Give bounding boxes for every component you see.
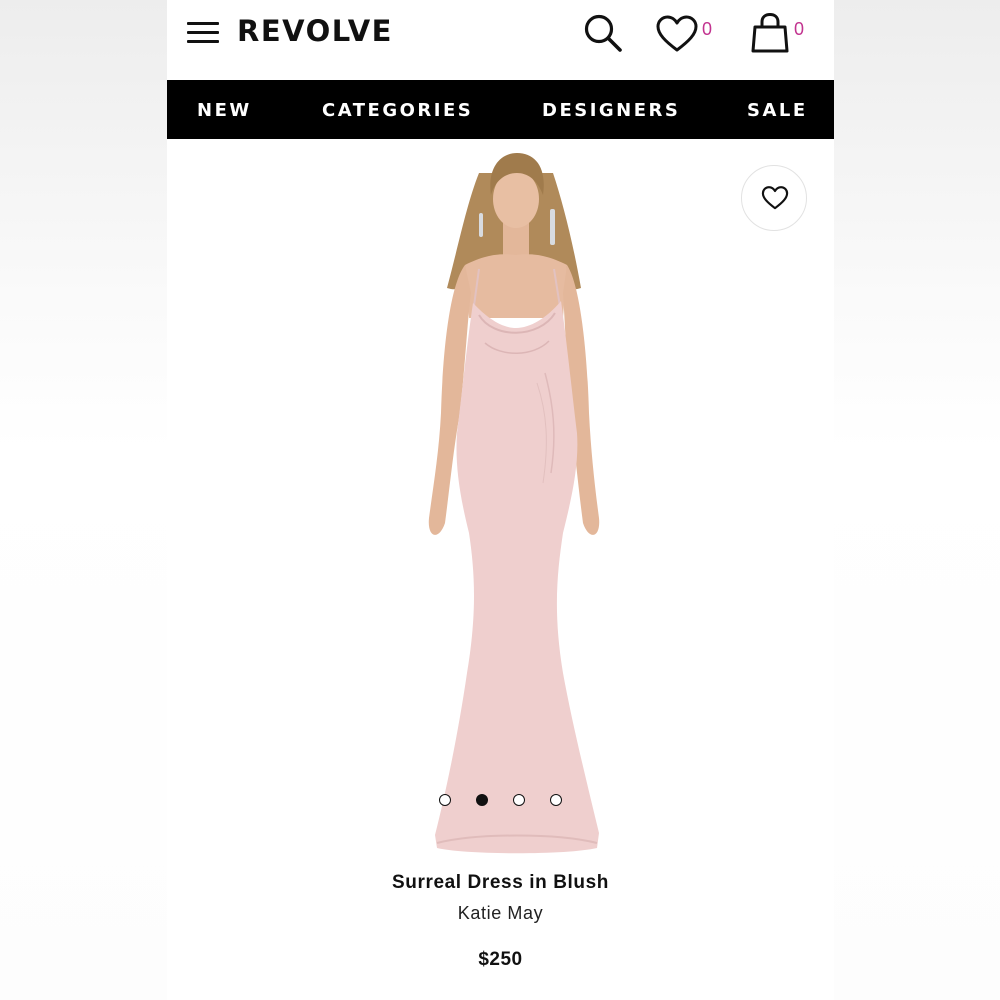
- wishlist-heart-icon[interactable]: [655, 14, 699, 54]
- shopping-bag-icon[interactable]: [750, 12, 790, 54]
- product-title: Surreal Dress in Blush: [392, 872, 609, 893]
- app-screen: REVOLVE 0 0 NEW CATEGORIES DESIGNERS SAL…: [167, 0, 834, 1000]
- carousel-dot[interactable]: [550, 794, 562, 806]
- wishlist-count: 0: [702, 19, 713, 39]
- heart-icon: [761, 186, 789, 210]
- nav-categories[interactable]: CATEGORIES: [322, 100, 473, 121]
- product-image[interactable]: [367, 143, 667, 859]
- nav-sale[interactable]: SALE: [747, 100, 808, 121]
- product-price: $250: [478, 949, 523, 970]
- top-bar: REVOLVE 0 0: [167, 0, 834, 80]
- carousel-dots: [437, 793, 567, 809]
- revolve-logo[interactable]: REVOLVE: [237, 14, 393, 48]
- product-image-carousel[interactable]: [167, 139, 834, 859]
- search-icon[interactable]: [582, 12, 624, 54]
- category-nav: NEW CATEGORIES DESIGNERS SALE: [167, 80, 834, 139]
- menu-icon[interactable]: [187, 22, 219, 44]
- nav-designers[interactable]: DESIGNERS: [542, 100, 680, 121]
- carousel-dot-active[interactable]: [476, 794, 488, 806]
- product-brand[interactable]: Katie May: [167, 903, 834, 924]
- bag-count: 0: [794, 19, 805, 39]
- nav-new[interactable]: NEW: [197, 100, 252, 121]
- carousel-dot[interactable]: [513, 794, 525, 806]
- favorite-button[interactable]: [741, 165, 807, 231]
- carousel-dot[interactable]: [439, 794, 451, 806]
